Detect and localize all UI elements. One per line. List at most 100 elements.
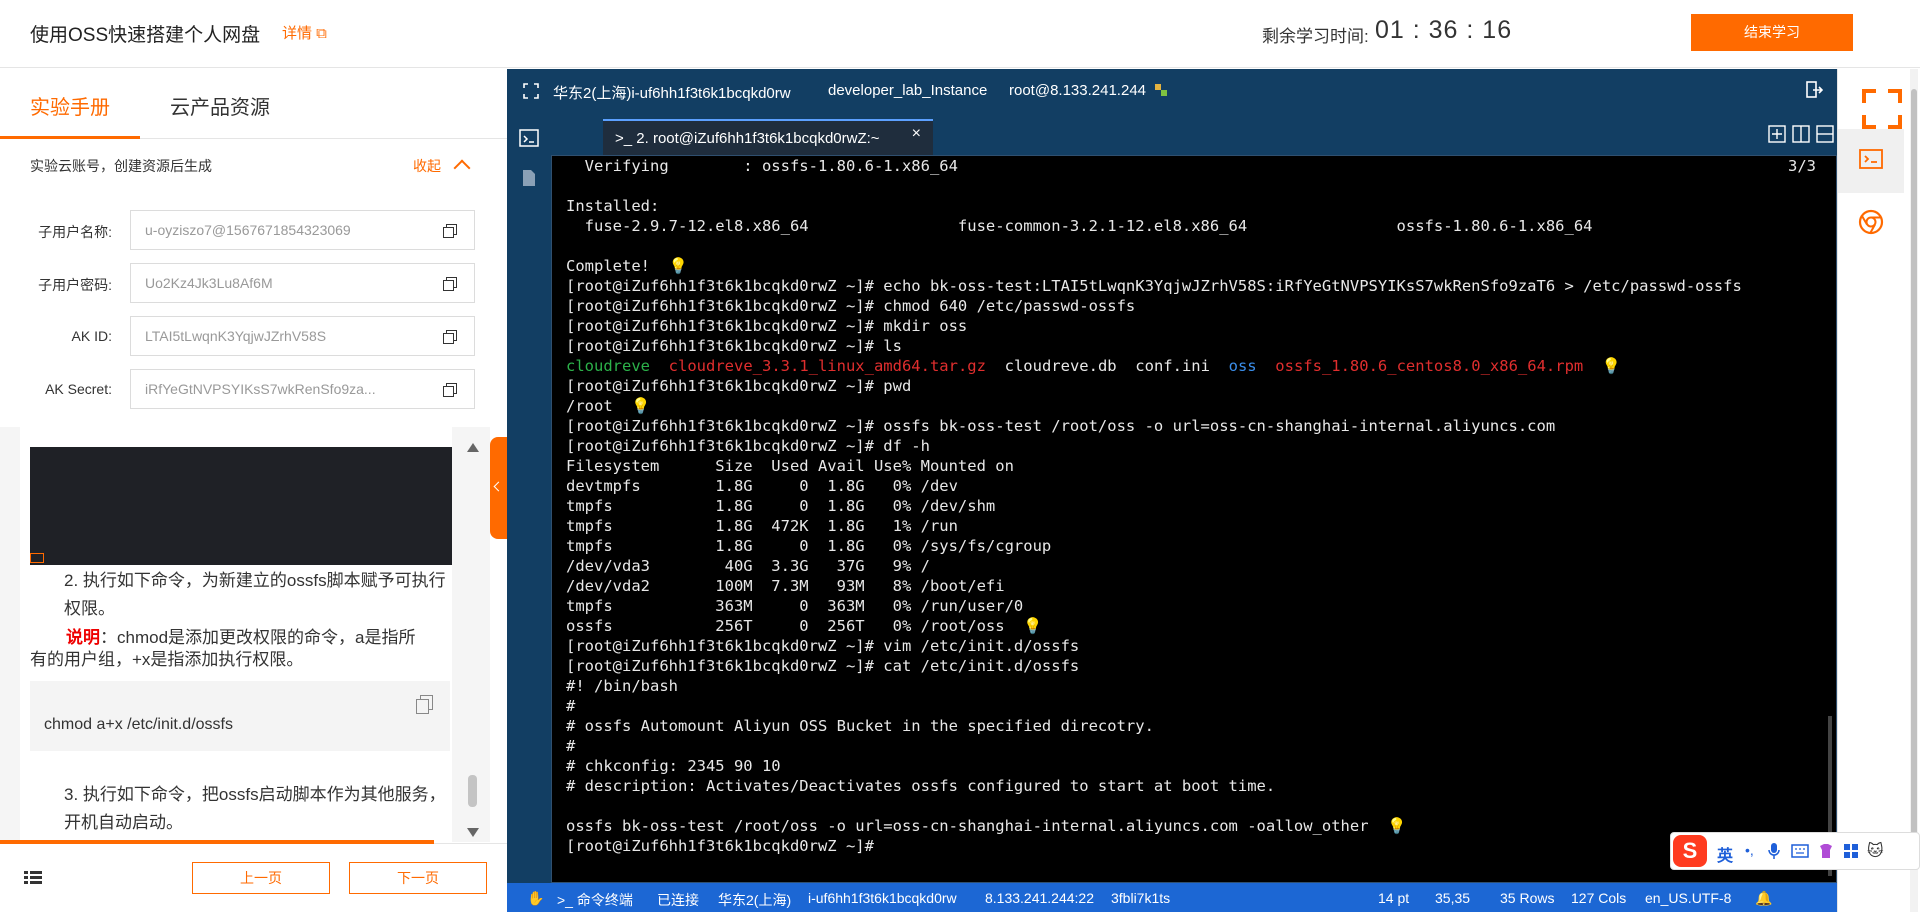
keyboard-icon[interactable]	[1791, 844, 1809, 858]
field-label-ak-id: AK ID:	[71, 328, 112, 344]
lightbulb-icon[interactable]: 💡	[1005, 617, 1042, 635]
credentials-note: 实验云账号，创建资源后生成	[30, 158, 212, 174]
terminal-line: #	[566, 697, 576, 715]
copy-icon[interactable]	[443, 277, 457, 291]
terminal-line: fuse-2.9.7-12.el8.x86_64 fuse-common-3.2…	[566, 217, 1593, 235]
terminal-region: 华东2(上海)i-uf6hh1f3t6k1bcqkd0rw	[553, 85, 791, 102]
status-cursor: 35,35	[1435, 890, 1471, 906]
terminal-sidebar	[507, 113, 551, 883]
file-icon[interactable]	[521, 169, 537, 187]
menu-grid-icon[interactable]	[24, 871, 42, 885]
terminal-login: root@8.133.241.244	[1009, 82, 1146, 99]
panel-tabs: 实验手册 云产品资源	[0, 69, 507, 139]
microphone-icon[interactable]	[1767, 842, 1781, 860]
detail-link[interactable]: 详情 ⧉	[282, 22, 327, 43]
copy-icon[interactable]	[443, 383, 457, 397]
panel-collapse-handle[interactable]	[490, 437, 507, 539]
mini-marker	[30, 553, 44, 563]
ime-mode[interactable]: 英	[1717, 842, 1733, 866]
lightbulb-icon[interactable]: 💡	[650, 257, 688, 275]
terminal-line: /dev/vda2 100M 7.3M 93M 8% /boot/efi	[566, 577, 1005, 595]
add-tab-icon[interactable]	[1768, 125, 1786, 143]
ls-entry: cloudreve.db	[1004, 357, 1117, 375]
collapse-button[interactable]: 收起	[413, 156, 441, 176]
ime-logo[interactable]: S	[1673, 835, 1707, 867]
terminal-line: # ossfs Automount Aliyun OSS Bucket in t…	[566, 717, 1154, 735]
explain-text-cont: 有的用户组，+x是指添加执行权限。	[30, 650, 304, 669]
lightbulb-icon[interactable]: 💡	[1583, 357, 1621, 375]
terminal-output[interactable]: Verifying : ossfs-1.80.6-1.x86_64 Instal…	[551, 155, 1837, 883]
explain-body: ：chmod是添加更改权限的命令，a是指所	[100, 628, 416, 647]
split-vertical-icon[interactable]	[1792, 125, 1810, 143]
scroll-up-arrow[interactable]	[467, 443, 479, 452]
terminal-line: Installed:	[566, 197, 660, 215]
punctuation-icon[interactable]: •,	[1745, 842, 1754, 858]
chrome-icon[interactable]	[1858, 209, 1884, 235]
terminal-line: /root 💡	[566, 397, 651, 415]
lightbulb-icon[interactable]: 💡	[613, 397, 650, 415]
prev-page-button[interactable]: 上一页	[192, 862, 330, 894]
lab-manual-panel: 实验手册 云产品资源 实验云账号，创建资源后生成 收起 子用户名称: u-oyz…	[0, 69, 507, 912]
step-3-text: 3. 执行如下命令，把ossfs启动脚本作为其他服务，	[64, 785, 446, 804]
logout-icon[interactable]	[1805, 80, 1823, 100]
tab-cloud-resources[interactable]: 云产品资源	[170, 91, 270, 120]
terminal-line: tmpfs 1.8G 0 1.8G 0% /sys/fs/cgroup	[566, 537, 1052, 555]
toolbox-icon[interactable]	[1843, 843, 1859, 859]
field-label-password: 子用户密码:	[38, 277, 112, 293]
fullscreen-icon[interactable]	[523, 83, 539, 99]
expand-icon[interactable]	[1860, 87, 1904, 131]
close-icon[interactable]: ×	[912, 125, 921, 143]
next-page-button[interactable]: 下一页	[349, 862, 487, 894]
timer-label: 剩余学习时间:	[1262, 27, 1369, 46]
lightbulb-icon[interactable]: 💡	[1369, 817, 1406, 835]
ak-id-value: LTAI5tLwqnK3YqjwJZrhV58S	[145, 328, 327, 344]
ak-secret-field[interactable]: iRfYeGtNVPSYIKsS7wkRenSfo9za...	[130, 369, 475, 409]
skin-icon[interactable]	[1817, 842, 1835, 860]
terminal-line: ossfs 256T 0 256T 0% /root/oss 💡	[566, 617, 1043, 635]
page-scrollbar[interactable]	[1910, 69, 1918, 912]
split-horizontal-icon[interactable]	[1816, 125, 1834, 143]
terminal-line: # description: Activates/Deactivates oss…	[566, 777, 1276, 795]
username-field[interactable]: u-oyziszo7@1567671854323069	[130, 210, 475, 250]
hand-icon: ✋	[527, 890, 545, 906]
rail-terminal-button[interactable]	[1838, 129, 1904, 193]
chevron-up-icon[interactable]	[453, 159, 471, 177]
copy-icon[interactable]	[443, 224, 457, 238]
terminal-tab[interactable]: >_ 2. root@iZuf6hh1f3t6k1bcqkd0rwZ:~ ×	[603, 119, 933, 155]
field-label-username: 子用户名称:	[38, 224, 112, 240]
password-value: Uo2Kz4Jk3Lu8Af6M	[145, 275, 273, 291]
terminal-line: cloudreve cloudreve_3.3.1_linux_amd64.ta…	[566, 356, 1742, 376]
status-encoding[interactable]: en_US.UTF-8	[1645, 890, 1731, 906]
status-instance: i-uf6hh1f3t6k1bcqkd0rw	[808, 890, 957, 906]
scrollbar-thumb[interactable]	[468, 775, 477, 807]
terminal-topbar: 华东2(上海)i-uf6hh1f3t6k1bcqkd0rw developer_…	[507, 69, 1837, 113]
timer-value: 01 : 36 : 16	[1375, 16, 1513, 44]
end-study-button[interactable]: 结束学习	[1691, 14, 1853, 51]
mascot-icon[interactable]: 🐱	[1867, 841, 1884, 861]
ak-id-field[interactable]: LTAI5tLwqnK3YqjwJZrhV58S	[130, 316, 475, 356]
terminal-icon[interactable]	[519, 129, 539, 147]
scroll-down-arrow[interactable]	[467, 828, 479, 837]
bell-icon[interactable]: 🔔	[1755, 890, 1772, 907]
settings-icon[interactable]	[1154, 83, 1168, 97]
terminal-line: [root@iZuf6hh1f3t6k1bcqkd0rwZ ~]#	[566, 837, 874, 855]
page-title: 使用OSS快速搭建个人网盘	[30, 25, 261, 46]
status-rows: 35 Rows	[1500, 890, 1555, 906]
password-field[interactable]: Uo2Kz4Jk3Lu8Af6M	[130, 263, 475, 303]
terminal-line: #	[566, 737, 576, 755]
connection-status: 已连接	[657, 892, 699, 908]
terminal-line: [root@iZuf6hh1f3t6k1bcqkd0rwZ ~]# echo b…	[566, 277, 1742, 295]
terminal-window: 华东2(上海)i-uf6hh1f3t6k1bcqkd0rw developer_…	[507, 69, 1837, 912]
status-font-size[interactable]: 14 pt	[1378, 890, 1409, 906]
ls-entry: conf.ini	[1135, 357, 1210, 375]
explain-keyword: 说明	[66, 628, 100, 647]
copy-icon[interactable]	[443, 330, 457, 344]
page-scrollbar-thumb[interactable]	[1911, 89, 1917, 869]
ls-entry: ossfs_1.80.6_centos8.0_x86_64.rpm	[1275, 357, 1584, 375]
terminal-instance-name: developer_lab_Instance	[828, 82, 988, 99]
copy-code-icon[interactable]	[416, 695, 433, 714]
tab-lab-manual[interactable]: 实验手册	[30, 91, 110, 120]
